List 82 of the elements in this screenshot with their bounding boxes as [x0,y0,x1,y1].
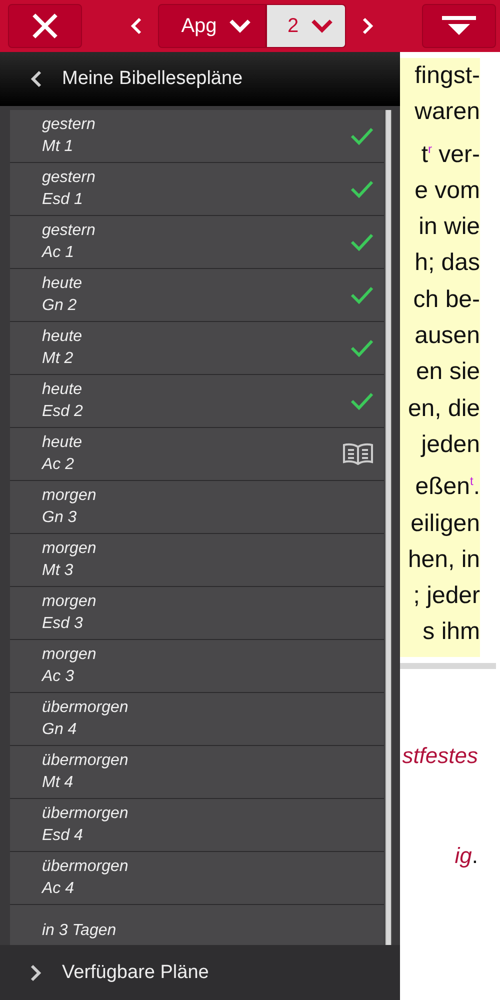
bible-text-line: ; jeder [412,581,480,612]
day-label: heute [42,380,84,400]
day-label: übermorgen [42,857,130,877]
plan-item[interactable]: gestern Ac 1 [10,216,384,269]
bible-text-line: h; das [414,248,480,278]
plan-item[interactable]: gestern Esd 1 [10,163,384,216]
plan-item[interactable]: morgen Ac 3 [10,640,384,693]
scrollbar[interactable] [385,110,392,945]
plan-item[interactable]: heute Ac 2 [10,428,384,481]
day-label: gestern [42,168,96,188]
bible-text-line: fingst- [414,61,480,91]
bible-text-line: eßen$^{t}$. [414,472,480,502]
passage-label: Ac 4 [42,879,76,899]
passage-label: Gn 2 [42,296,78,316]
drawer-header[interactable]: Meine Bibellesepläne [0,52,400,106]
close-button[interactable] [8,4,82,48]
day-label: in 3 Tagen [42,921,118,941]
chevron-left-icon [130,17,142,35]
passage-label: Mt 4 [42,773,74,793]
day-label: heute [42,274,84,294]
day-label: gestern [42,221,96,241]
passage-label: Esd 4 [42,826,84,846]
dropdown-triangle-icon [442,16,476,36]
close-icon [32,13,58,39]
plan-item[interactable]: übermorgen Gn 4 [10,693,384,746]
chevron-down-icon [310,19,333,33]
plan-item[interactable]: gestern Mt 1 [10,110,384,163]
note-text: ig. [454,842,478,869]
day-label: übermorgen [42,751,130,771]
day-label: morgen [42,486,98,506]
passage-label: Esd 2 [42,402,84,422]
passage-label: Mt 3 [42,561,74,581]
filter-button[interactable] [422,4,496,48]
plan-item[interactable]: übermorgen Mt 4 [10,746,384,799]
drawer-footer[interactable]: Verfügbare Pläne [0,945,400,1000]
plan-item[interactable]: in 3 Tagen [10,905,384,945]
book-dropdown[interactable]: Apg [158,4,266,48]
bible-text-line: s ihm [422,617,480,648]
passage-label: Mt 1 [42,137,74,157]
bible-text-line: hen, in [406,544,480,575]
bible-text-line: waren [414,97,480,128]
bible-text-line: t$^{r}$ ver- [420,140,480,170]
day-label: übermorgen [42,698,130,718]
plan-item[interactable]: morgen Gn 3 [10,481,384,534]
chapter-dropdown[interactable]: 2 [266,4,346,48]
bible-text-line: in wie [418,212,480,242]
plan-item[interactable]: heute Gn 2 [10,269,384,322]
chevron-right-icon [362,17,374,35]
bible-text-line: ch be- [412,284,480,315]
day-label: gestern [42,115,96,135]
plan-item[interactable]: übermorgen Esd 4 [10,799,384,852]
day-label: morgen [42,539,98,559]
chevron-right-icon [30,964,42,982]
chevron-left-icon [30,70,42,88]
plan-item[interactable]: morgen Esd 3 [10,587,384,640]
chevron-down-icon [228,19,251,33]
day-label: heute [42,327,84,347]
note-text: stfestes [401,742,478,769]
day-label: morgen [42,645,98,665]
bible-text-line: eiligen [410,508,480,539]
bible-text-line: en, die [406,394,480,424]
bible-text-line: en sie [414,357,480,388]
plan-item[interactable]: heute Mt 2 [10,322,384,375]
passage-label: Esd 3 [42,614,84,634]
passage-label: Esd 1 [42,190,84,210]
day-label: heute [42,433,84,453]
bible-text-line: ausen [414,321,480,352]
plan-item[interactable]: übermorgen Ac 4 [10,852,384,905]
passage-label: Ac 1 [42,243,76,263]
day-label: morgen [42,592,98,612]
drawer-title: Meine Bibellesepläne [62,68,243,90]
passage-label: Ac 3 [42,667,76,687]
bible-text-line: jeden [420,430,480,460]
bible-text-line: e vom [414,176,480,206]
passage-label: Gn 4 [42,720,78,740]
passage-label: Gn 3 [42,508,78,528]
day-label: übermorgen [42,804,130,824]
passage-label: Ac 2 [42,455,76,475]
passage-label: Mt 2 [42,349,74,369]
footer-label: Verfügbare Pläne [62,962,209,984]
plan-item[interactable]: heute Esd 2 [10,375,384,428]
plan-item[interactable]: morgen Mt 3 [10,534,384,587]
